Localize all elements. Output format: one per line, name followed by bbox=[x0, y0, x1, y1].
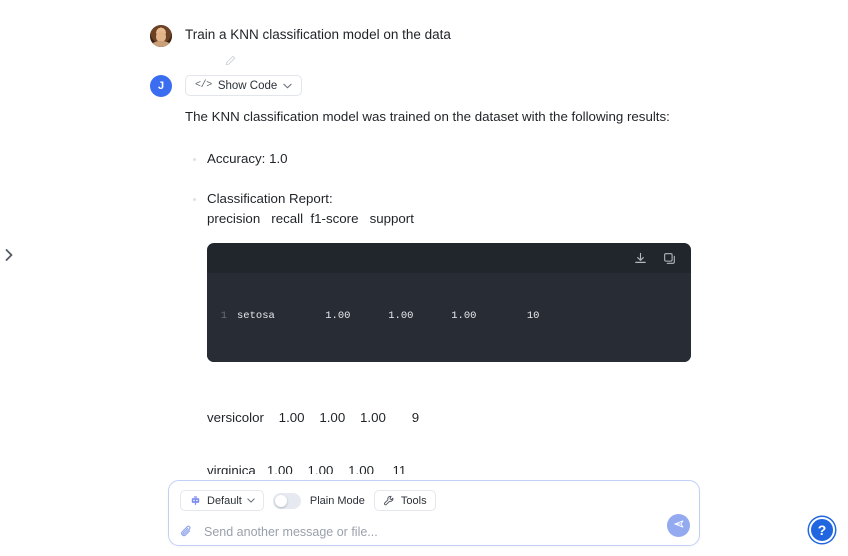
conversation-scroll[interactable]: Train a KNN classification model on the … bbox=[18, 0, 848, 474]
send-button[interactable] bbox=[667, 514, 690, 537]
tools-label: Tools bbox=[400, 494, 427, 507]
list-item: Accuracy: 1.0 bbox=[185, 149, 720, 169]
model-chip-icon bbox=[189, 494, 202, 507]
code-block: 1 setosa 1.00 1.00 1.00 10 bbox=[207, 243, 691, 362]
model-selector-label: Default bbox=[207, 494, 242, 507]
metrics-table: versicolor 1.00 1.00 1.00 9 virginica 1.… bbox=[185, 374, 720, 474]
chevron-right-icon bbox=[5, 249, 13, 261]
assistant-message: J </> Show Code The KNN classification m… bbox=[18, 74, 848, 474]
table-row: versicolor 1.00 1.00 1.00 9 bbox=[207, 410, 420, 425]
wrench-icon bbox=[383, 494, 396, 507]
model-selector-button[interactable]: Default bbox=[180, 490, 264, 511]
composer: Default Plain Mode Tools Send another me… bbox=[168, 480, 700, 546]
report-header-row: precision recall f1-score support bbox=[207, 211, 414, 226]
table-row: virginica 1.00 1.00 1.00 11 bbox=[207, 462, 407, 475]
send-paper-plane-icon bbox=[673, 518, 685, 533]
download-icon[interactable] bbox=[634, 252, 647, 265]
avatar bbox=[150, 25, 172, 47]
tools-button[interactable]: Tools bbox=[373, 490, 436, 511]
copy-icon[interactable] bbox=[663, 252, 676, 265]
app-root: Train a KNN classification model on the … bbox=[0, 0, 848, 556]
paperclip-icon[interactable] bbox=[180, 524, 194, 539]
toggle-knob bbox=[274, 494, 287, 507]
help-button[interactable]: ? bbox=[809, 517, 835, 543]
main-panel: Train a KNN classification model on the … bbox=[18, 0, 848, 556]
pencil-icon[interactable] bbox=[225, 55, 236, 66]
code-line: 1 setosa 1.00 1.00 1.00 10 bbox=[207, 308, 691, 324]
code-brackets-icon: </> bbox=[195, 80, 212, 91]
question-mark-icon: ? bbox=[817, 522, 827, 538]
edit-message-row bbox=[18, 53, 848, 67]
code-block-toolbar bbox=[207, 243, 691, 273]
chevron-down-icon bbox=[247, 498, 255, 503]
plain-mode-toggle[interactable] bbox=[272, 492, 301, 509]
assistant-avatar: J bbox=[150, 75, 172, 97]
results-bullet-list: Accuracy: 1.0 Classification Report: bbox=[185, 149, 720, 209]
composer-toolbar: Default Plain Mode Tools bbox=[180, 490, 688, 511]
code-block-body[interactable]: 1 setosa 1.00 1.00 1.00 10 bbox=[207, 273, 691, 362]
user-message: Train a KNN classification model on the … bbox=[18, 22, 848, 47]
list-item: Classification Report: bbox=[185, 189, 720, 209]
sidebar-expand-button[interactable] bbox=[1, 246, 17, 264]
composer-input-row bbox=[180, 524, 688, 539]
code-line-text: setosa 1.00 1.00 1.00 10 bbox=[237, 310, 540, 322]
plain-mode-label: Plain Mode bbox=[309, 494, 365, 507]
show-code-label: Show Code bbox=[217, 79, 278, 92]
composer-container: Default Plain Mode Tools Send another me… bbox=[18, 480, 848, 546]
assistant-intro-paragraph: The KNN classification model was trained… bbox=[185, 109, 670, 124]
message-input[interactable] bbox=[204, 524, 688, 539]
show-code-button[interactable]: </> Show Code bbox=[185, 75, 303, 96]
sidebar-rail bbox=[0, 0, 18, 556]
user-message-text: Train a KNN classification model on the … bbox=[185, 27, 451, 42]
chevron-down-icon bbox=[283, 83, 292, 89]
code-line-number: 1 bbox=[220, 310, 227, 322]
assistant-body: </> Show Code The KNN classification mod… bbox=[185, 74, 720, 474]
